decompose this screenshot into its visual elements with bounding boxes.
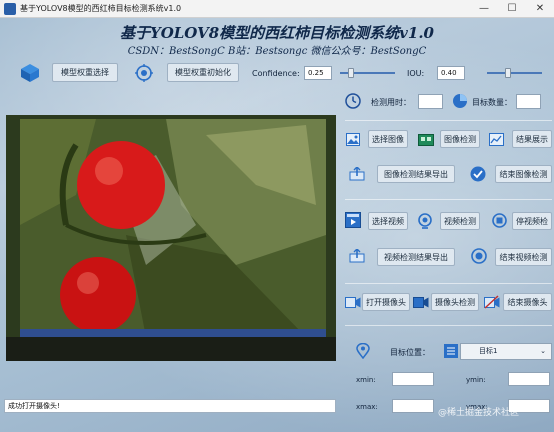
window-titlebar: 基于YOLOV8模型的西红柿目标检测系统v1.0 — ☐ ✕ — [0, 0, 554, 18]
line-chart-icon — [489, 133, 504, 146]
show-result-button[interactable]: 结果展示 — [512, 130, 552, 148]
stop-icon — [492, 213, 507, 228]
minimize-button[interactable]: — — [470, 0, 498, 18]
export-icon — [349, 249, 365, 263]
list-icon — [444, 344, 458, 358]
camera-detect-button[interactable]: 摄像头检测 — [431, 293, 479, 311]
export-image-result-button[interactable]: 图像检测结果导出 — [377, 165, 455, 183]
init-model-button[interactable]: 模型权重初始化 — [167, 63, 239, 82]
window-title: 基于YOLOV8模型的西红柿目标检测系统v1.0 — [20, 4, 182, 13]
camera-frame-image — [6, 115, 336, 361]
video-detect-icon — [418, 213, 432, 229]
ymin-label: ymin: — [466, 376, 486, 384]
close-button[interactable]: ✕ — [526, 0, 554, 18]
pie-chart-icon — [453, 94, 467, 108]
target-count-value — [516, 94, 541, 109]
panel-divider — [345, 120, 552, 121]
iou-slider[interactable] — [487, 72, 542, 74]
open-camera-button[interactable]: 打开摄像头 — [362, 293, 410, 311]
iou-spinbox[interactable]: 0.40 — [437, 66, 465, 80]
maximize-button[interactable]: ☐ — [498, 0, 526, 18]
check-circle-icon — [470, 166, 486, 182]
confidence-spinbox[interactable]: 0.25 — [304, 66, 332, 80]
export-video-result-button[interactable]: 视频检测结果导出 — [377, 248, 455, 266]
end-video-detect-button[interactable]: 结束视频检测 — [495, 248, 552, 266]
confidence-slider-handle[interactable] — [348, 68, 354, 78]
select-model-button[interactable]: 模型权重选择 — [52, 63, 118, 82]
panel-divider — [345, 283, 552, 284]
detect-video-button[interactable]: 视频检测 — [440, 212, 480, 230]
xmin-label: xmin: — [356, 376, 376, 384]
xmax-field — [392, 399, 434, 413]
clock-icon — [345, 93, 361, 109]
app-heading: 基于YOLOV8模型的西红柿目标检测系统v1.0 — [119, 24, 434, 42]
cube-icon — [21, 64, 39, 82]
stop-circle-icon — [471, 248, 487, 264]
watermark: @稀土掘金技术社区 — [438, 408, 520, 418]
camera-icon — [345, 297, 361, 308]
select-video-button[interactable]: 选择视频 — [368, 212, 408, 230]
target-position-label: 目标位置： — [390, 348, 430, 357]
target-select-dropdown[interactable]: 目标1 ⌄ — [460, 343, 552, 360]
xmax-label: xmax: — [356, 403, 378, 411]
export-icon — [349, 167, 365, 181]
camera-off-icon — [484, 295, 500, 309]
xmin-field — [392, 372, 434, 386]
detect-time-value — [418, 94, 443, 109]
chevron-down-icon: ⌄ — [540, 347, 546, 355]
video-file-icon — [345, 212, 361, 228]
status-bar: 成功打开摄像头! — [4, 399, 336, 413]
ymin-field — [508, 372, 550, 386]
camera-detect-icon — [413, 297, 429, 308]
end-camera-button[interactable]: 结束摄像头 — [503, 293, 552, 311]
app-subheading: CSDN：BestSongC B站：Bestsongc 微信公众号：BestSo… — [127, 46, 427, 57]
detect-image-button[interactable]: 图像检测 — [440, 130, 480, 148]
panel-divider — [345, 325, 552, 326]
detect-time-label: 检测用时： — [371, 98, 411, 107]
end-image-detect-button[interactable]: 结束图像检测 — [495, 165, 552, 183]
pause-video-button[interactable]: 停视频检 — [512, 212, 552, 230]
target-icon — [135, 64, 153, 82]
confidence-label: Confidence: — [252, 69, 300, 78]
target-count-label: 目标数量： — [472, 98, 512, 107]
image-icon — [346, 133, 360, 146]
app-icon — [4, 3, 16, 15]
select-image-button[interactable]: 选择图像 — [368, 130, 408, 148]
target-select-value: 目标1 — [479, 347, 498, 355]
iou-slider-handle[interactable] — [505, 68, 511, 78]
video-display — [6, 115, 336, 361]
iou-label: IOU: — [407, 69, 425, 78]
location-pin-icon — [356, 343, 370, 359]
panel-divider — [345, 199, 552, 200]
image-detect-icon — [418, 134, 434, 146]
